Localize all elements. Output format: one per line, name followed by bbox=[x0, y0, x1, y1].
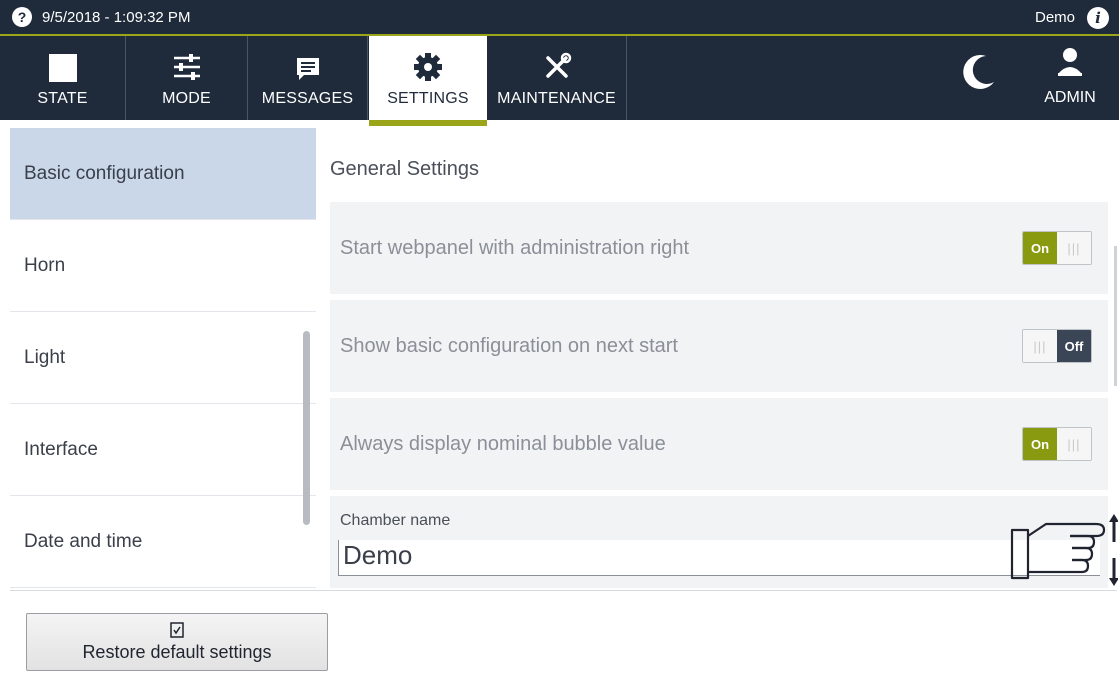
sidebar-item-interface[interactable]: Interface bbox=[10, 404, 316, 496]
tab-mode-label: MODE bbox=[162, 90, 211, 107]
checklist-icon bbox=[170, 621, 184, 640]
tab-mode[interactable]: MODE bbox=[126, 36, 248, 120]
basic-config-toggle[interactable]: ||| Off bbox=[1022, 329, 1092, 363]
chamber-name-label: Chamber name bbox=[340, 512, 451, 529]
footer-bar: Restore default settings bbox=[10, 590, 1117, 677]
chamber-name-row: Chamber name Demo bbox=[330, 496, 1108, 588]
toggle-state-label: Off bbox=[1057, 330, 1091, 362]
status-bar: ? 9/5/2018 - 1:09:32 PM Demo i bbox=[0, 0, 1119, 36]
setting-row-basic-config: Show basic configuration on next start |… bbox=[330, 300, 1108, 392]
gear-icon bbox=[413, 40, 443, 82]
main-nav: STATE MODE MESSAGES SETTINGS MAINTENANCE… bbox=[0, 36, 1119, 126]
sidebar-item-horn[interactable]: Horn bbox=[10, 220, 316, 312]
tab-messages[interactable]: MESSAGES bbox=[248, 36, 368, 120]
toggle-state-label: On bbox=[1023, 232, 1057, 264]
tab-settings-label: SETTINGS bbox=[387, 90, 469, 107]
sidebar-item-label: Date and time bbox=[24, 530, 143, 552]
sidebar-item-label: Light bbox=[24, 346, 66, 368]
nominal-bubble-toggle[interactable]: On ||| bbox=[1022, 427, 1092, 461]
sidebar-item-light[interactable]: Light bbox=[10, 312, 316, 404]
chamber-name-field[interactable]: Demo bbox=[338, 540, 1100, 576]
tab-settings[interactable]: SETTINGS bbox=[369, 36, 487, 126]
setting-row-nominal-bubble: Always display nominal bubble value On |… bbox=[330, 398, 1108, 490]
info-icon[interactable]: i bbox=[1087, 7, 1109, 29]
tab-maintenance[interactable]: MAINTENANCE bbox=[487, 36, 627, 120]
sidebar-item-date-and-time[interactable]: Date and time bbox=[10, 496, 316, 588]
sidebar-item-label: Basic configuration bbox=[24, 162, 185, 184]
admin-label: ADMIN bbox=[1044, 89, 1096, 106]
help-icon[interactable]: ? bbox=[12, 7, 32, 27]
sidebar-scrollbar[interactable] bbox=[303, 331, 310, 525]
restore-defaults-button[interactable]: Restore default settings bbox=[26, 613, 328, 671]
setting-row-admin-right: Start webpanel with administration right… bbox=[330, 202, 1108, 294]
tab-state[interactable]: STATE bbox=[0, 36, 126, 120]
square-icon bbox=[48, 40, 77, 82]
panel-scrollbar[interactable] bbox=[1114, 246, 1117, 386]
message-icon bbox=[295, 40, 321, 82]
setting-label: Show basic configuration on next start bbox=[340, 334, 678, 357]
restore-defaults-label: Restore default settings bbox=[82, 641, 272, 662]
user-icon bbox=[1055, 46, 1085, 83]
section-title: General Settings bbox=[330, 158, 479, 180]
sidebar-item-label: Interface bbox=[24, 438, 98, 460]
tab-state-label: STATE bbox=[37, 90, 88, 107]
setting-label: Always display nominal bubble value bbox=[340, 432, 666, 455]
swipe-hint-icon bbox=[1010, 512, 1119, 597]
sidebar-item-label: Horn bbox=[24, 254, 66, 276]
settings-panel: General Settings Start webpanel with adm… bbox=[316, 128, 1116, 590]
admin-right-toggle[interactable]: On ||| bbox=[1022, 231, 1092, 265]
current-user-label: Demo bbox=[1034, 9, 1075, 26]
datetime-display: 9/5/2018 - 1:09:32 PM bbox=[42, 8, 191, 26]
sliders-icon bbox=[172, 40, 202, 82]
sidebar-item-basic-configuration[interactable]: Basic configuration bbox=[10, 128, 316, 220]
toggle-knob: ||| bbox=[1057, 428, 1091, 460]
settings-sidebar: Basic configuration Horn Light Interface… bbox=[10, 128, 316, 590]
tab-messages-label: MESSAGES bbox=[261, 90, 354, 107]
toggle-knob: ||| bbox=[1057, 232, 1091, 264]
tools-icon bbox=[542, 40, 572, 82]
toggle-state-label: On bbox=[1023, 428, 1057, 460]
toggle-knob: ||| bbox=[1023, 330, 1057, 362]
tab-maintenance-label: MAINTENANCE bbox=[497, 90, 616, 107]
admin-button[interactable]: ADMIN bbox=[1024, 36, 1116, 120]
setting-label: Start webpanel with administration right bbox=[340, 236, 690, 259]
night-mode-button[interactable] bbox=[948, 36, 1008, 120]
active-tab-indicator bbox=[369, 120, 487, 126]
moon-icon bbox=[958, 52, 998, 97]
